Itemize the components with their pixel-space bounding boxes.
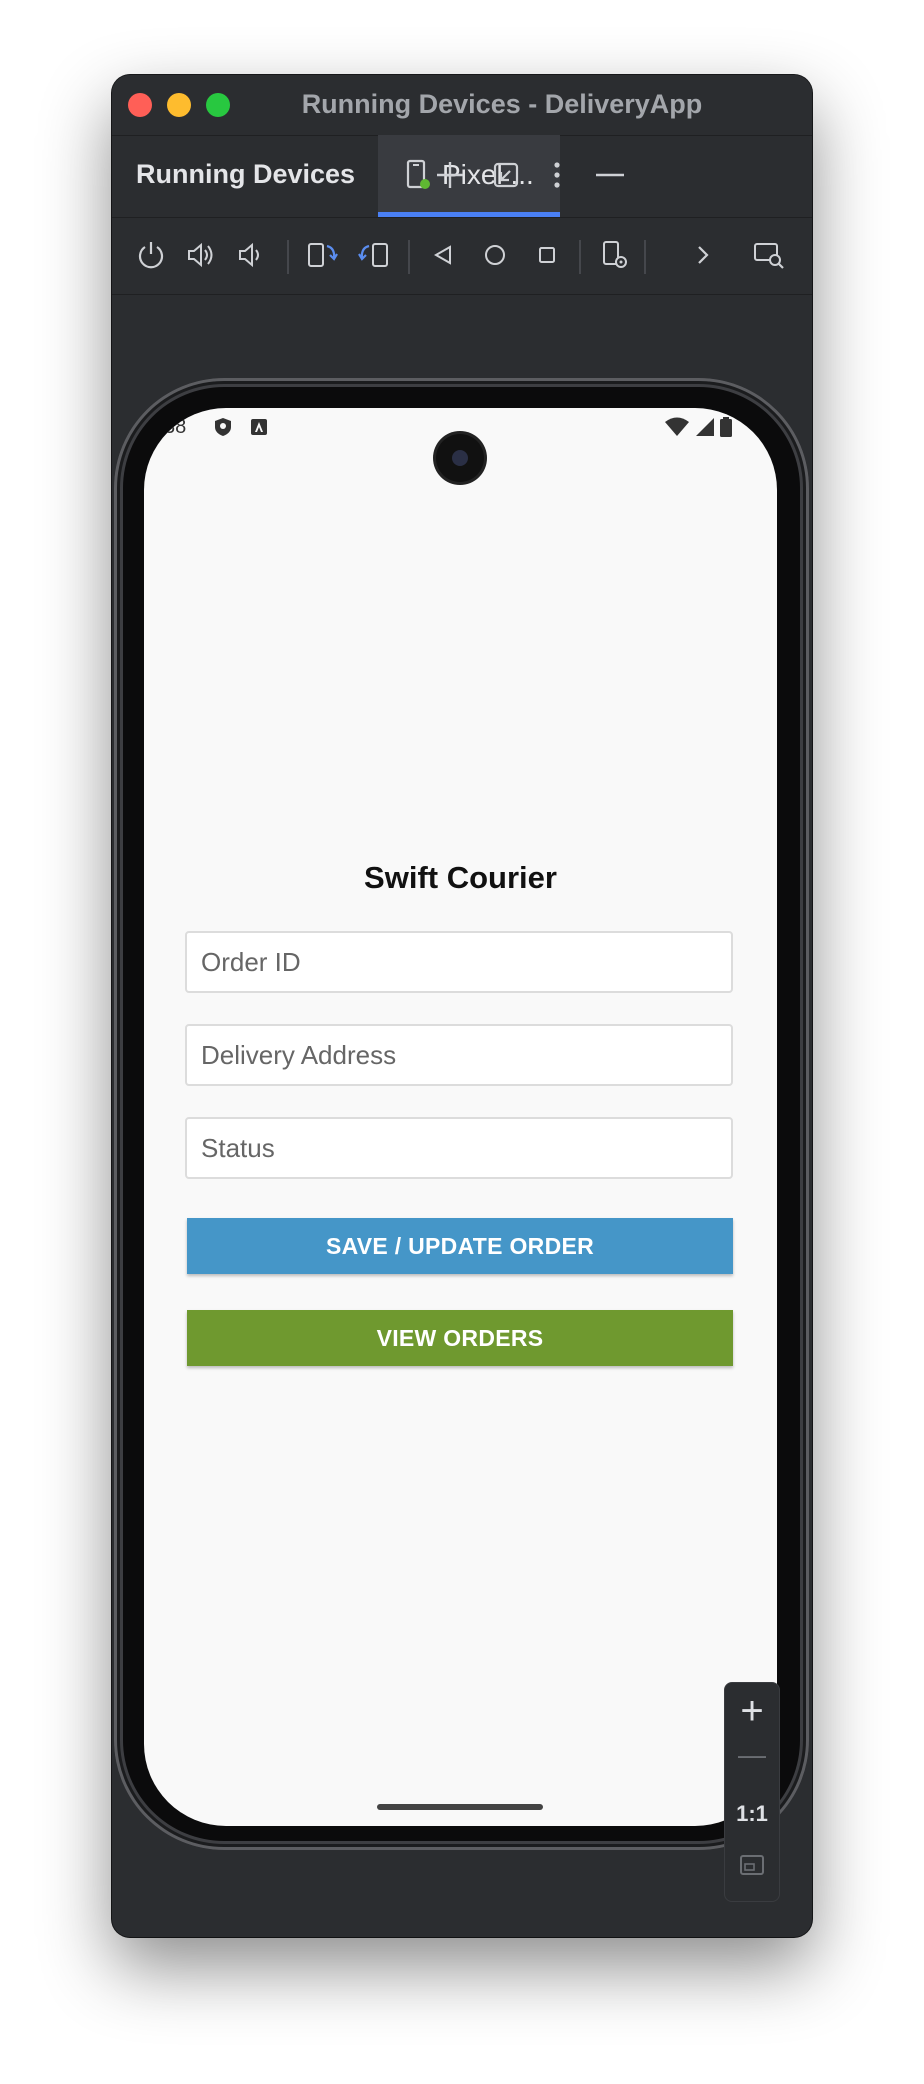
toolbar-separator — [579, 240, 581, 274]
rotate-right-icon[interactable] — [357, 238, 391, 272]
fit-screen-icon[interactable] — [738, 1851, 766, 1879]
toolbar-separator — [408, 240, 410, 274]
view-orders-button[interactable]: VIEW ORDERS — [187, 1310, 733, 1366]
home-icon[interactable] — [478, 238, 512, 272]
tab-selected-indicator — [378, 212, 560, 217]
zoom-actual-size-button[interactable]: 1:1 — [725, 1801, 779, 1827]
toolbar-separator — [287, 240, 289, 274]
device-toolbar — [112, 218, 812, 295]
wifi-icon — [665, 417, 689, 436]
delivery-address-field[interactable] — [185, 1024, 733, 1086]
volume-up-icon[interactable] — [184, 238, 218, 272]
signal-icon — [696, 418, 714, 436]
device-screen[interactable]: 38 Swift Courier SAVE / UPDATE ORDER VIE… — [144, 408, 777, 1826]
title-bar: Running Devices - DeliveryApp — [112, 75, 812, 136]
keyboard-a-icon — [251, 419, 267, 435]
rotate-left-icon[interactable] — [305, 238, 339, 272]
window-title: Running Devices - DeliveryApp — [301, 89, 703, 119]
front-camera — [436, 434, 484, 482]
tool-window-header: Running Devices Pixel ... — [112, 135, 812, 218]
save-update-order-button[interactable]: SAVE / UPDATE ORDER — [187, 1218, 733, 1274]
more-vertical-icon[interactable] — [539, 157, 575, 193]
order-id-field[interactable] — [185, 931, 733, 993]
chevron-right-icon[interactable] — [686, 238, 720, 272]
zoom-in-button[interactable]: + — [725, 1689, 779, 1734]
status-time: 38 — [164, 416, 187, 438]
home-indicator[interactable] — [377, 1804, 543, 1810]
battery-icon — [720, 417, 732, 437]
shield-icon — [215, 418, 231, 436]
zoom-controls: + — 1:1 — [724, 1682, 780, 1902]
overview-icon[interactable] — [530, 238, 564, 272]
screen-inspect-icon[interactable] — [752, 238, 786, 272]
app-title: Swift Courier — [364, 860, 557, 895]
volume-down-icon[interactable] — [234, 238, 268, 272]
power-icon[interactable] — [134, 238, 168, 272]
toolbar-separator — [644, 240, 646, 274]
device-icon — [406, 159, 430, 189]
restore-icon[interactable] — [488, 157, 524, 193]
tab-pixel-device[interactable]: Pixel ... — [378, 135, 560, 217]
zoom-out-button[interactable]: — — [725, 1739, 779, 1771]
device-settings-icon[interactable] — [598, 238, 632, 272]
minimize-icon[interactable] — [592, 157, 628, 193]
back-icon[interactable] — [426, 238, 460, 272]
tool-window-title: Running Devices — [136, 159, 356, 189]
add-icon[interactable] — [432, 157, 468, 193]
status-field[interactable] — [185, 1117, 733, 1179]
